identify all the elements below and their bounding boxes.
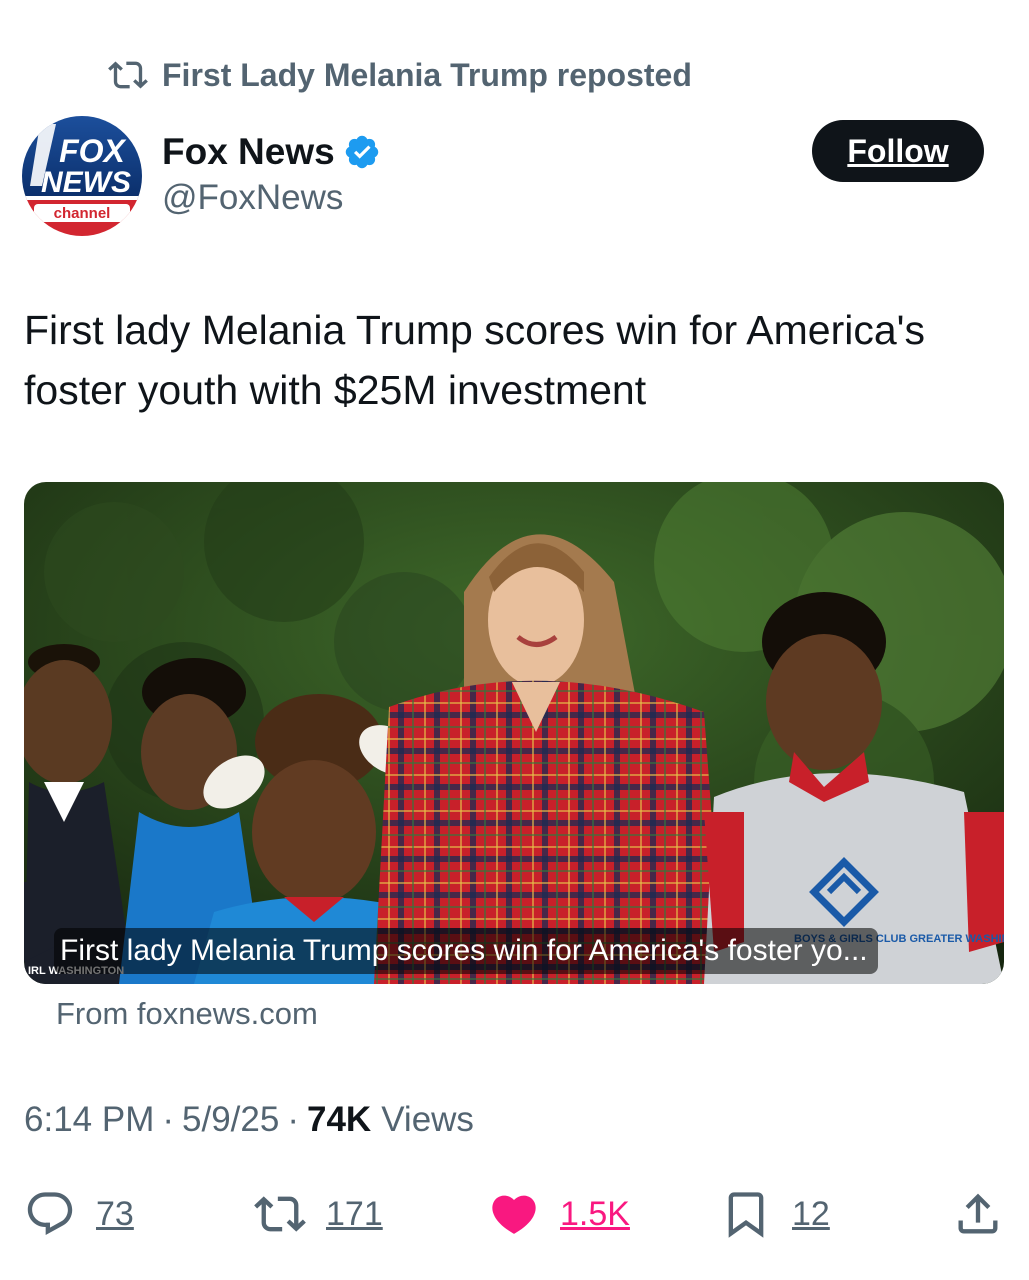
reply-icon — [27, 1192, 73, 1236]
svg-text:FOX: FOX — [59, 133, 126, 169]
card-caption: First lady Melania Trump scores win for … — [54, 928, 878, 974]
reply-count: 73 — [96, 1194, 134, 1233]
repost-header: First Lady Melania Trump reposted — [108, 52, 692, 98]
tweet-text: First lady Melania Trump scores win for … — [24, 307, 925, 413]
action-bar: 73 171 1.5K 12 — [0, 1182, 1029, 1246]
separator-dot: · — [162, 1100, 175, 1139]
author-block: Fox News @FoxNews — [162, 128, 381, 218]
share-icon — [958, 1193, 998, 1234]
author-handle[interactable]: @FoxNews — [162, 178, 381, 218]
repost-label: First Lady Melania Trump reposted — [162, 56, 692, 93]
repost-button[interactable]: 171 — [254, 1182, 383, 1246]
avatar[interactable]: FOX NEWS channel — [22, 116, 142, 236]
card-source[interactable]: From foxnews.com — [56, 996, 318, 1032]
share-button[interactable] — [952, 1182, 1004, 1246]
bookmark-count: 12 — [792, 1194, 830, 1233]
bookmark-button[interactable]: 12 — [720, 1182, 830, 1246]
tweet-date[interactable]: 5/9/25 — [182, 1100, 279, 1140]
repost-count: 171 — [326, 1194, 383, 1233]
tweet-time[interactable]: 6:14 PM — [24, 1100, 154, 1140]
views-count: 74K — [306, 1100, 372, 1139]
follow-button[interactable]: Follow — [812, 120, 984, 182]
heart-icon — [492, 1195, 536, 1234]
svg-text:channel: channel — [54, 205, 111, 222]
author-name[interactable]: Fox News — [162, 131, 335, 173]
separator-dot: · — [287, 1100, 299, 1139]
like-button[interactable]: 1.5K — [488, 1182, 630, 1246]
svg-text:NEWS: NEWS — [41, 166, 131, 199]
reply-button[interactable]: 73 — [24, 1182, 134, 1246]
card-photo: BOYS & GIRLS CLUB GREATER WASHINGTON IRL… — [24, 482, 1004, 984]
repost-icon — [254, 1196, 306, 1232]
tweet-meta: 6:14 PM · 5/9/25 · 74K Views — [24, 1100, 474, 1140]
like-count: 1.5K — [560, 1194, 630, 1233]
bookmark-icon — [728, 1192, 764, 1238]
repost-icon — [108, 61, 148, 89]
verified-badge-icon — [345, 135, 378, 169]
link-card[interactable]: BOYS & GIRLS CLUB GREATER WASHINGTON IRL… — [24, 482, 1004, 984]
views-label: Views — [381, 1100, 474, 1139]
fox-news-logo: FOX NEWS channel — [22, 116, 142, 236]
